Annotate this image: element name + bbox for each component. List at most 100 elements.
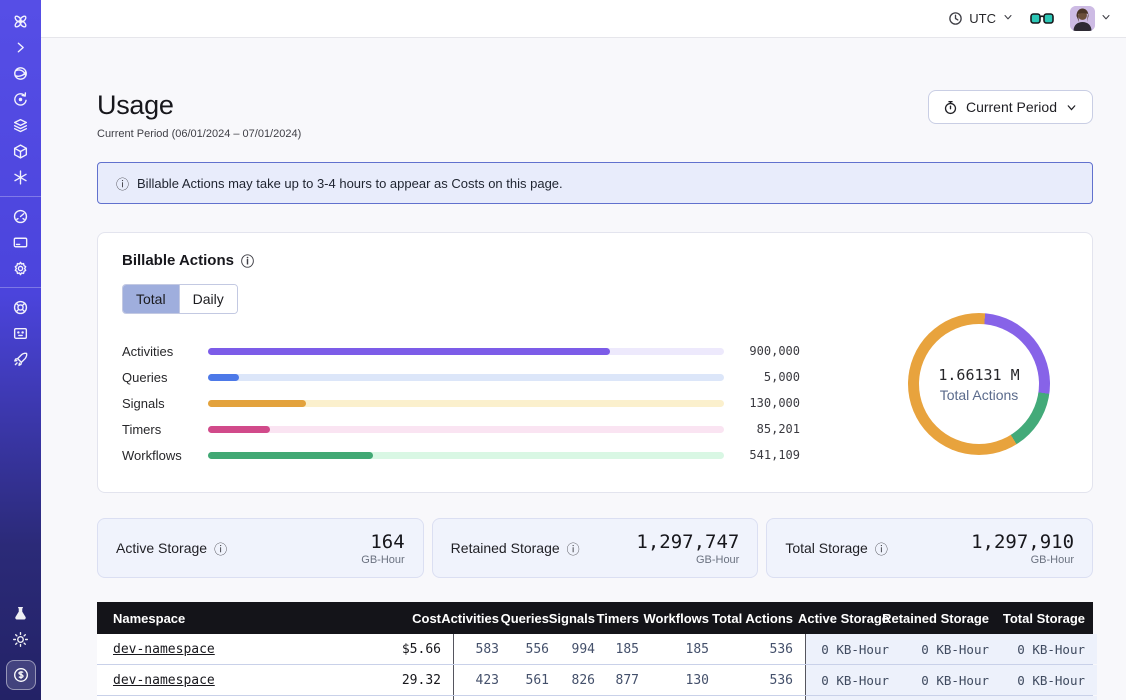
storage-card-unit: GB-Hour — [971, 554, 1074, 566]
chevron-down-icon — [1100, 11, 1112, 23]
chevron-down-icon — [1065, 101, 1078, 114]
namespace-link[interactable]: dev-namespace — [113, 642, 215, 657]
cell-signals: 883 — [561, 696, 607, 700]
cell-total_actions: 536 — [721, 634, 805, 664]
user-menu[interactable] — [1070, 6, 1112, 31]
namespace-usage-table: NamespaceCostActivitiesQueriesSignalsTim… — [97, 602, 1093, 700]
cell-cost: $5.66 — [377, 634, 453, 664]
bar-category-label: Signals — [122, 396, 208, 411]
bar-fill — [208, 348, 610, 355]
bar-category-label: Workflows — [122, 448, 208, 463]
cell-active_storage: 0 KB-Hour — [805, 665, 901, 695]
billing-card-icon[interactable] — [7, 229, 35, 255]
billable-card-title: Billable Actions — [122, 252, 234, 269]
cell-retained_storage: 0 KB-Hour — [901, 696, 1001, 700]
stopwatch-icon — [943, 100, 958, 115]
cell-cost: $3.35 — [377, 696, 453, 700]
cell-active_storage: 0 KB-Hour — [805, 634, 901, 664]
storage-summary-row: Active Storageⓘ 164 GB-Hour Retained Sto… — [97, 518, 1093, 578]
cell-cost: 29.32 — [377, 665, 453, 695]
content: Usage Current Period (06/01/2024 – 07/01… — [41, 38, 1126, 700]
storage-card-label: Retained Storage — [451, 540, 560, 556]
cell-activities: 492 — [453, 696, 511, 700]
info-banner: ⓘ Billable Actions may take up to 3-4 ho… — [97, 162, 1093, 204]
bar-value: 900,000 — [724, 344, 800, 358]
table-header-total_storage: Total Storage — [1001, 602, 1097, 634]
bar-value: 5,000 — [724, 370, 800, 384]
bar-track — [208, 400, 724, 407]
avatar — [1070, 6, 1095, 31]
bar-row: Workflows 541,109 — [122, 442, 800, 468]
billable-tabs: Total Daily — [122, 284, 238, 314]
temporal-logo-icon[interactable] — [7, 8, 35, 34]
namespace-link[interactable]: dev-namespace — [113, 673, 215, 688]
cell-timers: 816 — [607, 696, 651, 700]
bar-fill — [208, 452, 373, 459]
sidebar — [0, 0, 41, 700]
support-lifebuoy-icon[interactable] — [7, 294, 35, 320]
settings-gear-icon[interactable] — [7, 255, 35, 281]
cell-activities: 423 — [453, 665, 511, 695]
glasses-icon[interactable] — [1030, 12, 1054, 26]
table-row: dev-namespace29.324235618268771305360 KB… — [97, 665, 1093, 696]
table-body: dev-namespace$5.665835569941851855360 KB… — [97, 634, 1093, 700]
labs-flask-icon[interactable] — [7, 600, 35, 626]
bar-row: Signals130,000 — [122, 390, 800, 416]
info-icon[interactable]: ⓘ — [241, 251, 254, 270]
rocket-icon[interactable] — [7, 346, 35, 372]
cell-active_storage: 0 KB-Hour — [805, 696, 901, 700]
info-icon[interactable]: ⓘ — [214, 539, 227, 558]
cell-signals: 994 — [561, 634, 607, 664]
bar-value: 85,201 — [724, 422, 800, 436]
cell-workflows: 130 — [651, 665, 721, 695]
bar-track — [208, 348, 724, 355]
topbar: UTC — [41, 0, 1126, 38]
storage-card-unit: GB-Hour — [636, 554, 739, 566]
app-window: UTC — [0, 0, 1126, 700]
info-icon[interactable]: ⓘ — [567, 539, 580, 558]
orbit-icon[interactable] — [7, 60, 35, 86]
usage-gauge-icon[interactable] — [7, 203, 35, 229]
bar-fill — [208, 426, 270, 433]
cell-total_actions: 536 — [721, 665, 805, 695]
cell-total_storage: 0 KB-Hour — [1001, 634, 1097, 664]
cell-timers: 185 — [607, 634, 651, 664]
donut-total-label: Total Actions — [940, 387, 1019, 403]
history-icon[interactable] — [7, 86, 35, 112]
cube-icon[interactable] — [7, 138, 35, 164]
table-header-workflows: Workflows — [651, 602, 721, 634]
table-header-row: NamespaceCostActivitiesQueriesSignalsTim… — [97, 602, 1093, 634]
tab-daily[interactable]: Daily — [179, 285, 237, 313]
asterisk-icon[interactable] — [7, 164, 35, 190]
cell-total_storage: 0 KB-Hour — [1001, 665, 1097, 695]
tab-total[interactable]: Total — [123, 285, 179, 313]
docs-terminal-icon[interactable] — [7, 320, 35, 346]
layers-icon[interactable] — [7, 112, 35, 138]
sidebar-divider — [0, 287, 41, 288]
billable-bar-chart: Activities900,000Queries5,000Signals130,… — [122, 338, 800, 468]
bar-row: Queries5,000 — [122, 364, 800, 390]
bar-value: 541,109 — [724, 448, 800, 462]
table-row: dev-namespace$3.354925368838166001300 KB… — [97, 696, 1093, 700]
page-title: Usage — [97, 90, 301, 121]
cell-namespace: dev-namespace — [97, 665, 377, 695]
donut-total-value: 1.66131 M — [938, 366, 1019, 384]
total-actions-donut: 1.66131 M Total Actions — [908, 313, 1050, 455]
period-dropdown-button[interactable]: Current Period — [928, 90, 1093, 124]
cell-namespace: dev-namespace — [97, 696, 377, 700]
theme-sun-icon[interactable] — [7, 626, 35, 652]
cell-retained_storage: 0 KB-Hour — [901, 634, 1001, 664]
cell-workflows: 600 — [651, 696, 721, 700]
banner-text: Billable Actions may take up to 3-4 hour… — [137, 176, 563, 191]
collapse-chevron-icon[interactable] — [7, 34, 35, 60]
pricing-coin-button[interactable] — [6, 660, 36, 690]
cell-namespace: dev-namespace — [97, 634, 377, 664]
period-button-label: Current Period — [966, 99, 1057, 115]
storage-card-value: 1,297,747 — [636, 531, 739, 553]
info-icon[interactable]: ⓘ — [875, 539, 888, 558]
cell-total_actions: 130 — [721, 696, 805, 700]
bar-track — [208, 426, 724, 433]
timezone-selector[interactable]: UTC — [948, 11, 1014, 26]
cell-retained_storage: 0 KB-Hour — [901, 665, 1001, 695]
cell-workflows: 185 — [651, 634, 721, 664]
